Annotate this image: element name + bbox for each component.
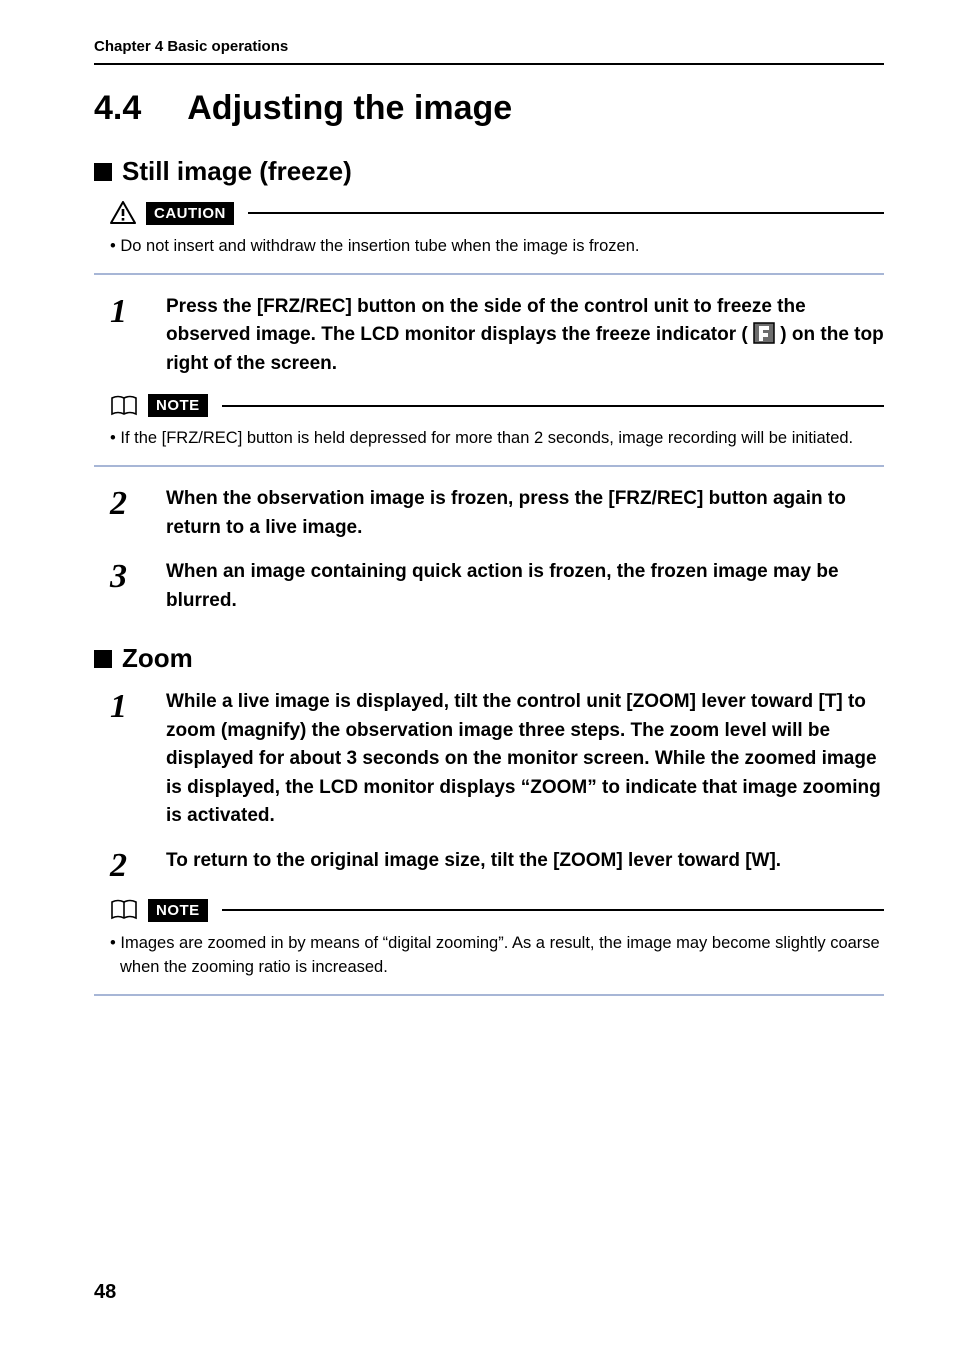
section-title: 4.4 Adjusting the image <box>94 89 884 128</box>
caution-text: • Do not insert and withdraw the inserti… <box>110 235 884 259</box>
note-rule <box>222 909 884 911</box>
book-icon <box>110 899 138 921</box>
step1-pre: Press the [FRZ/REC] button on the side o… <box>166 296 806 346</box>
step-still-2: 2 When the observation image is frozen, … <box>110 485 884 542</box>
step-zoom-2: 2 To return to the original image size, … <box>110 847 884 883</box>
section-name: Adjusting the image <box>187 89 512 127</box>
step-still-1: 1 Press the [FRZ/REC] button on the side… <box>110 293 884 379</box>
square-bullet-icon <box>94 650 112 668</box>
page-number: 48 <box>94 1281 116 1304</box>
divider <box>94 465 884 467</box>
note-badge-still: NOTE <box>148 394 208 417</box>
square-bullet-icon <box>94 163 112 181</box>
step-body: To return to the original image size, ti… <box>166 847 884 876</box>
caution-row: CAUTION <box>110 201 884 225</box>
subsection-still-title: Still image (freeze) <box>94 156 884 187</box>
step-number: 3 <box>110 558 140 594</box>
warning-triangle-icon <box>110 201 136 225</box>
note-text-zoom: • Images are zoomed in by means of “digi… <box>110 932 884 980</box>
step-number: 2 <box>110 485 140 521</box>
step-zoom-1: 1 While a live image is displayed, tilt … <box>110 688 884 831</box>
step-body: When the observation image is frozen, pr… <box>166 485 884 542</box>
note-row-still: NOTE <box>110 394 884 417</box>
divider <box>94 273 884 275</box>
book-icon <box>110 395 138 417</box>
step-still-3: 3 When an image containing quick action … <box>110 558 884 615</box>
subsection-zoom-title: Zoom <box>94 643 884 674</box>
note-text-still: • If the [FRZ/REC] button is held depres… <box>110 427 884 451</box>
section-number: 4.4 <box>94 89 141 127</box>
step-body: Press the [FRZ/REC] button on the side o… <box>166 293 884 379</box>
chapter-header: Chapter 4 Basic operations <box>94 38 884 65</box>
note-rule <box>222 405 884 407</box>
step-number: 1 <box>110 293 140 329</box>
step-number: 2 <box>110 847 140 883</box>
subsection-still-label: Still image (freeze) <box>122 156 352 187</box>
subsection-zoom-label: Zoom <box>122 643 193 674</box>
note-badge-zoom: NOTE <box>148 899 208 922</box>
divider <box>94 994 884 996</box>
freeze-indicator-icon <box>753 322 775 344</box>
note-row-zoom: NOTE <box>110 899 884 922</box>
caution-badge: CAUTION <box>146 202 234 225</box>
step-number: 1 <box>110 688 140 724</box>
caution-rule <box>248 212 884 214</box>
step-body: While a live image is displayed, tilt th… <box>166 688 884 831</box>
step-body: When an image containing quick action is… <box>166 558 884 615</box>
